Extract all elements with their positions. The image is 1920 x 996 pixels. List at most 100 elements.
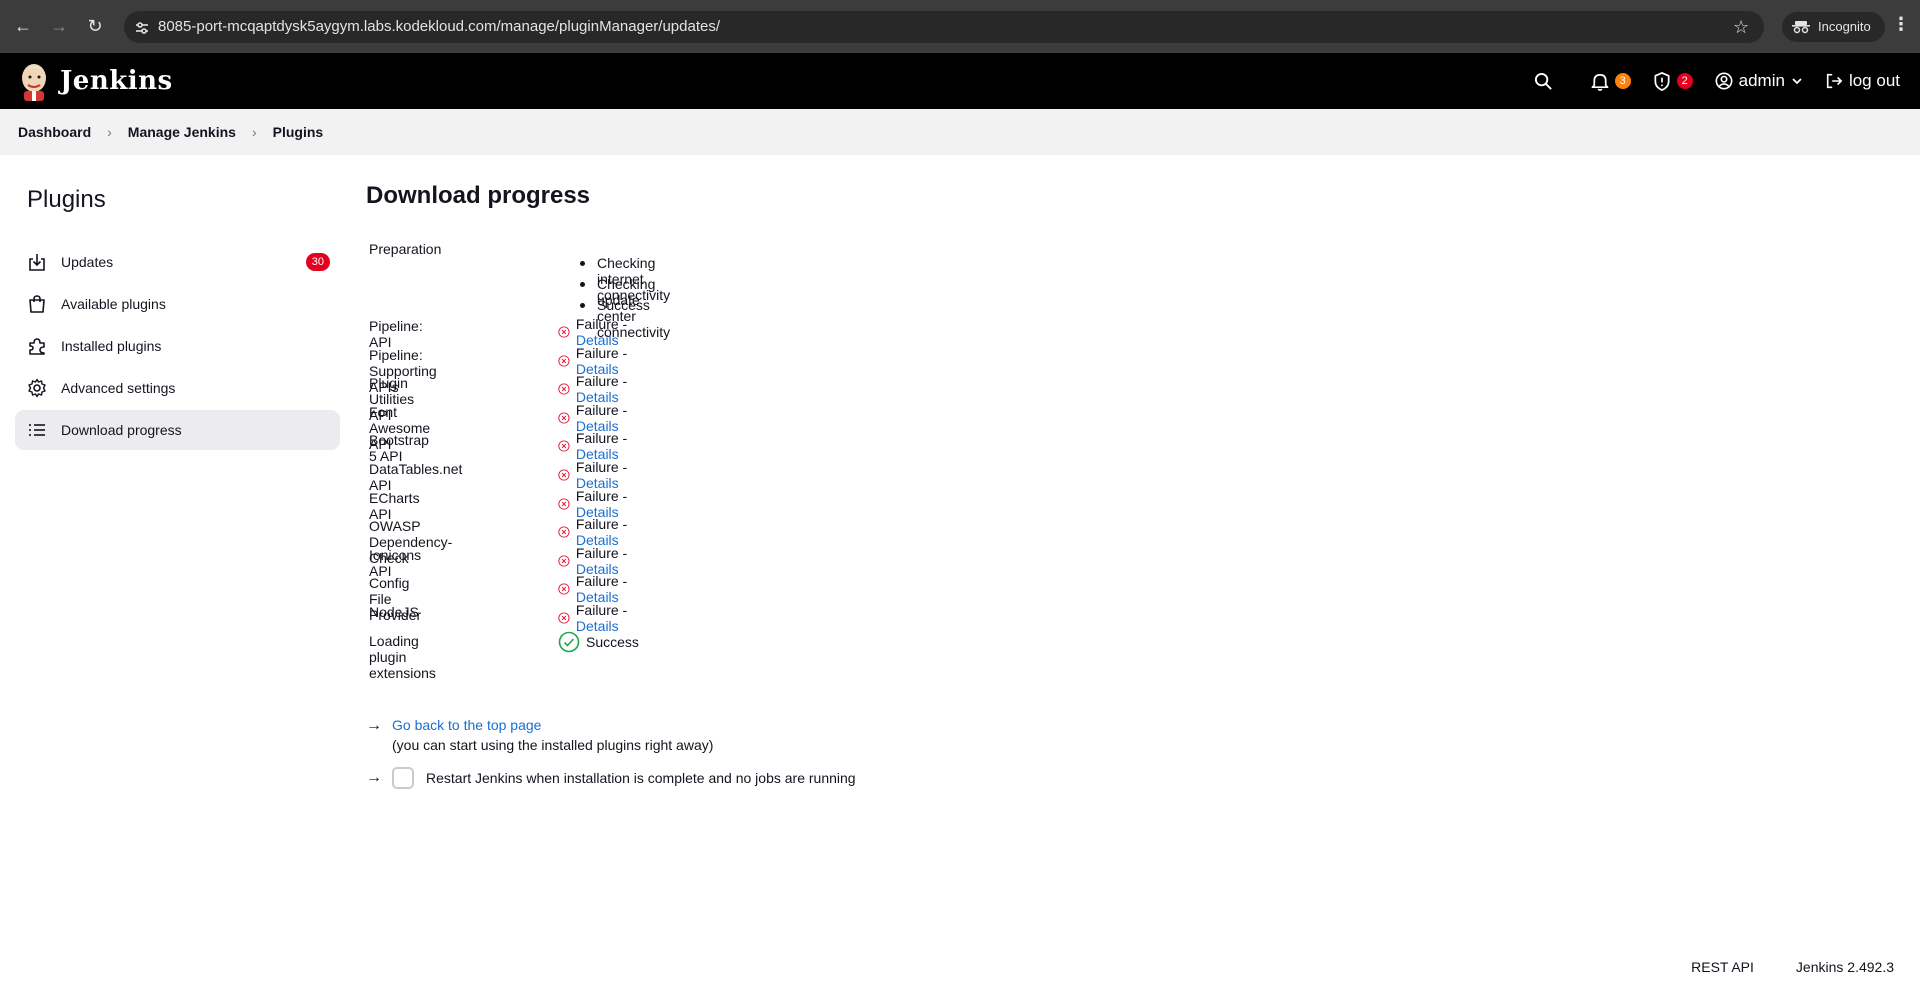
failure-icon bbox=[558, 498, 570, 510]
breadcrumb-manage-jenkins[interactable]: Manage Jenkins bbox=[128, 124, 236, 140]
sidebar-item-available-plugins[interactable]: Available plugins bbox=[15, 284, 340, 324]
sidebar-item-download-progress[interactable]: Download progress bbox=[15, 410, 340, 450]
separator: - bbox=[618, 487, 628, 504]
sidebar-nav: Updates 30 Available plugins Installed p… bbox=[15, 242, 340, 452]
go-back-step: → Go back to the top page (you can start… bbox=[366, 717, 856, 753]
chevron-right-icon: › bbox=[107, 124, 112, 140]
shopping-bag-icon bbox=[29, 295, 45, 313]
version-link[interactable]: Jenkins 2.492.3 bbox=[1796, 959, 1894, 975]
jenkins-logo-icon bbox=[22, 64, 46, 101]
failure-icon bbox=[558, 440, 570, 452]
list-icon bbox=[29, 424, 45, 436]
logout-button[interactable]: log out bbox=[1825, 71, 1900, 91]
success-check-icon bbox=[558, 631, 580, 652]
status-text: Failure bbox=[575, 516, 619, 533]
separator: - bbox=[618, 401, 628, 418]
preparation-label: Preparation bbox=[369, 241, 442, 257]
plugin-name: DataTables.net API bbox=[369, 460, 463, 493]
failure-icon bbox=[558, 412, 570, 424]
rest-api-link[interactable]: REST API bbox=[1691, 959, 1754, 975]
plugin-name: NodeJS bbox=[369, 603, 419, 620]
reload-icon[interactable]: ↻ bbox=[82, 13, 108, 39]
status-text: Failure bbox=[575, 373, 619, 390]
status-text: Failure bbox=[575, 316, 619, 332]
breadcrumb: Dashboard › Manage Jenkins › Plugins bbox=[0, 109, 1920, 155]
chevron-right-icon: › bbox=[251, 124, 257, 140]
separator: - bbox=[618, 458, 628, 475]
incognito-label: Incognito bbox=[1818, 19, 1871, 34]
bell-icon bbox=[1591, 73, 1609, 91]
incognito-indicator[interactable]: Incognito bbox=[1782, 12, 1885, 42]
status-text: Failure bbox=[575, 458, 619, 475]
app-name: Jenkins bbox=[60, 66, 173, 96]
plugin-name: ECharts API bbox=[369, 489, 420, 522]
back-arrow-icon[interactable]: ← bbox=[10, 13, 36, 39]
plugin-name: Pipeline: API bbox=[369, 318, 423, 350]
logout-label: log out bbox=[1848, 71, 1900, 90]
sidebar-item-label: Advanced settings bbox=[61, 380, 176, 396]
separator: - bbox=[618, 373, 628, 390]
sidebar-item-advanced-settings[interactable]: Advanced settings bbox=[15, 368, 340, 408]
plugin-name: Loading plugin extensions bbox=[369, 632, 436, 681]
failure-icon bbox=[558, 355, 570, 367]
sidebar-item-updates[interactable]: Updates 30 bbox=[15, 242, 340, 282]
notifications-badge: 3 bbox=[1614, 73, 1631, 89]
separator: - bbox=[618, 544, 628, 561]
separator: - bbox=[618, 316, 628, 332]
restart-step: → Restart Jenkins when installation is c… bbox=[366, 767, 856, 789]
restart-label[interactable]: Restart Jenkins when installation is com… bbox=[426, 770, 856, 786]
gear-icon bbox=[28, 378, 46, 398]
sidebar-title: Plugins bbox=[27, 186, 106, 213]
forward-arrow-icon[interactable]: → bbox=[46, 13, 72, 39]
status-text: Failure bbox=[575, 401, 619, 418]
status-text: Failure bbox=[575, 430, 619, 447]
sidebar-item-label: Installed plugins bbox=[61, 338, 162, 354]
go-back-note: (you can start using the installed plugi… bbox=[392, 737, 714, 753]
failure-icon bbox=[558, 526, 570, 538]
shield-icon bbox=[1654, 71, 1670, 91]
failure-icon bbox=[558, 326, 570, 338]
breadcrumb-plugins[interactable]: Plugins bbox=[273, 124, 324, 140]
status-text: Failure bbox=[575, 573, 619, 590]
separator: - bbox=[618, 601, 628, 618]
jenkins-header: Jenkins 3 2 admin log out bbox=[0, 53, 1920, 109]
go-back-link[interactable]: Go back to the top page bbox=[392, 717, 713, 733]
status-text: Failure bbox=[575, 487, 619, 504]
search-button[interactable] bbox=[1534, 72, 1553, 91]
failure-icon bbox=[558, 612, 570, 624]
updates-count-badge: 30 bbox=[305, 253, 330, 271]
download-icon bbox=[29, 254, 45, 271]
failure-icon bbox=[558, 555, 570, 567]
security-button[interactable]: 2 bbox=[1653, 71, 1693, 91]
sidebar-item-installed-plugins[interactable]: Installed plugins bbox=[15, 326, 340, 366]
notifications-button[interactable]: 3 bbox=[1591, 72, 1631, 91]
user-icon bbox=[1715, 72, 1733, 90]
status-text: Success bbox=[586, 633, 639, 650]
failure-icon bbox=[558, 469, 570, 481]
restart-checkbox[interactable] bbox=[392, 767, 414, 789]
status-text: Failure bbox=[575, 344, 619, 361]
chevron-down-icon bbox=[1792, 78, 1802, 85]
breadcrumb-dashboard[interactable]: Dashboard bbox=[18, 124, 91, 140]
sidebar-item-label: Download progress bbox=[61, 422, 182, 438]
bookmark-star-icon[interactable]: ☆ bbox=[1733, 17, 1749, 38]
user-name: admin bbox=[1738, 71, 1785, 90]
separator: - bbox=[618, 344, 628, 361]
search-icon bbox=[1534, 72, 1552, 90]
separator: - bbox=[618, 573, 628, 590]
browser-toolbar: ← → ↻ 8085-port-mcqaptdysk5aygym.labs.ko… bbox=[0, 0, 1920, 53]
browser-menu-icon[interactable]: ⋮ bbox=[1892, 14, 1910, 35]
plugin-name: Ionicons API bbox=[369, 546, 422, 579]
preparation-step: Success bbox=[579, 297, 670, 318]
site-settings-icon[interactable] bbox=[134, 20, 150, 41]
arrow-right-icon: → bbox=[366, 717, 382, 734]
user-menu[interactable]: admin bbox=[1715, 71, 1803, 91]
incognito-icon bbox=[1792, 21, 1810, 34]
footer: REST API Jenkins 2.492.3 bbox=[1691, 959, 1894, 975]
url-text[interactable]: 8085-port-mcqaptdysk5aygym.labs.kodeklou… bbox=[158, 18, 720, 35]
status-text: Failure bbox=[575, 544, 619, 561]
jenkins-home-link[interactable]: Jenkins bbox=[18, 61, 173, 101]
separator: - bbox=[618, 516, 628, 533]
page-title: Download progress bbox=[366, 182, 591, 209]
failure-icon bbox=[558, 583, 570, 595]
